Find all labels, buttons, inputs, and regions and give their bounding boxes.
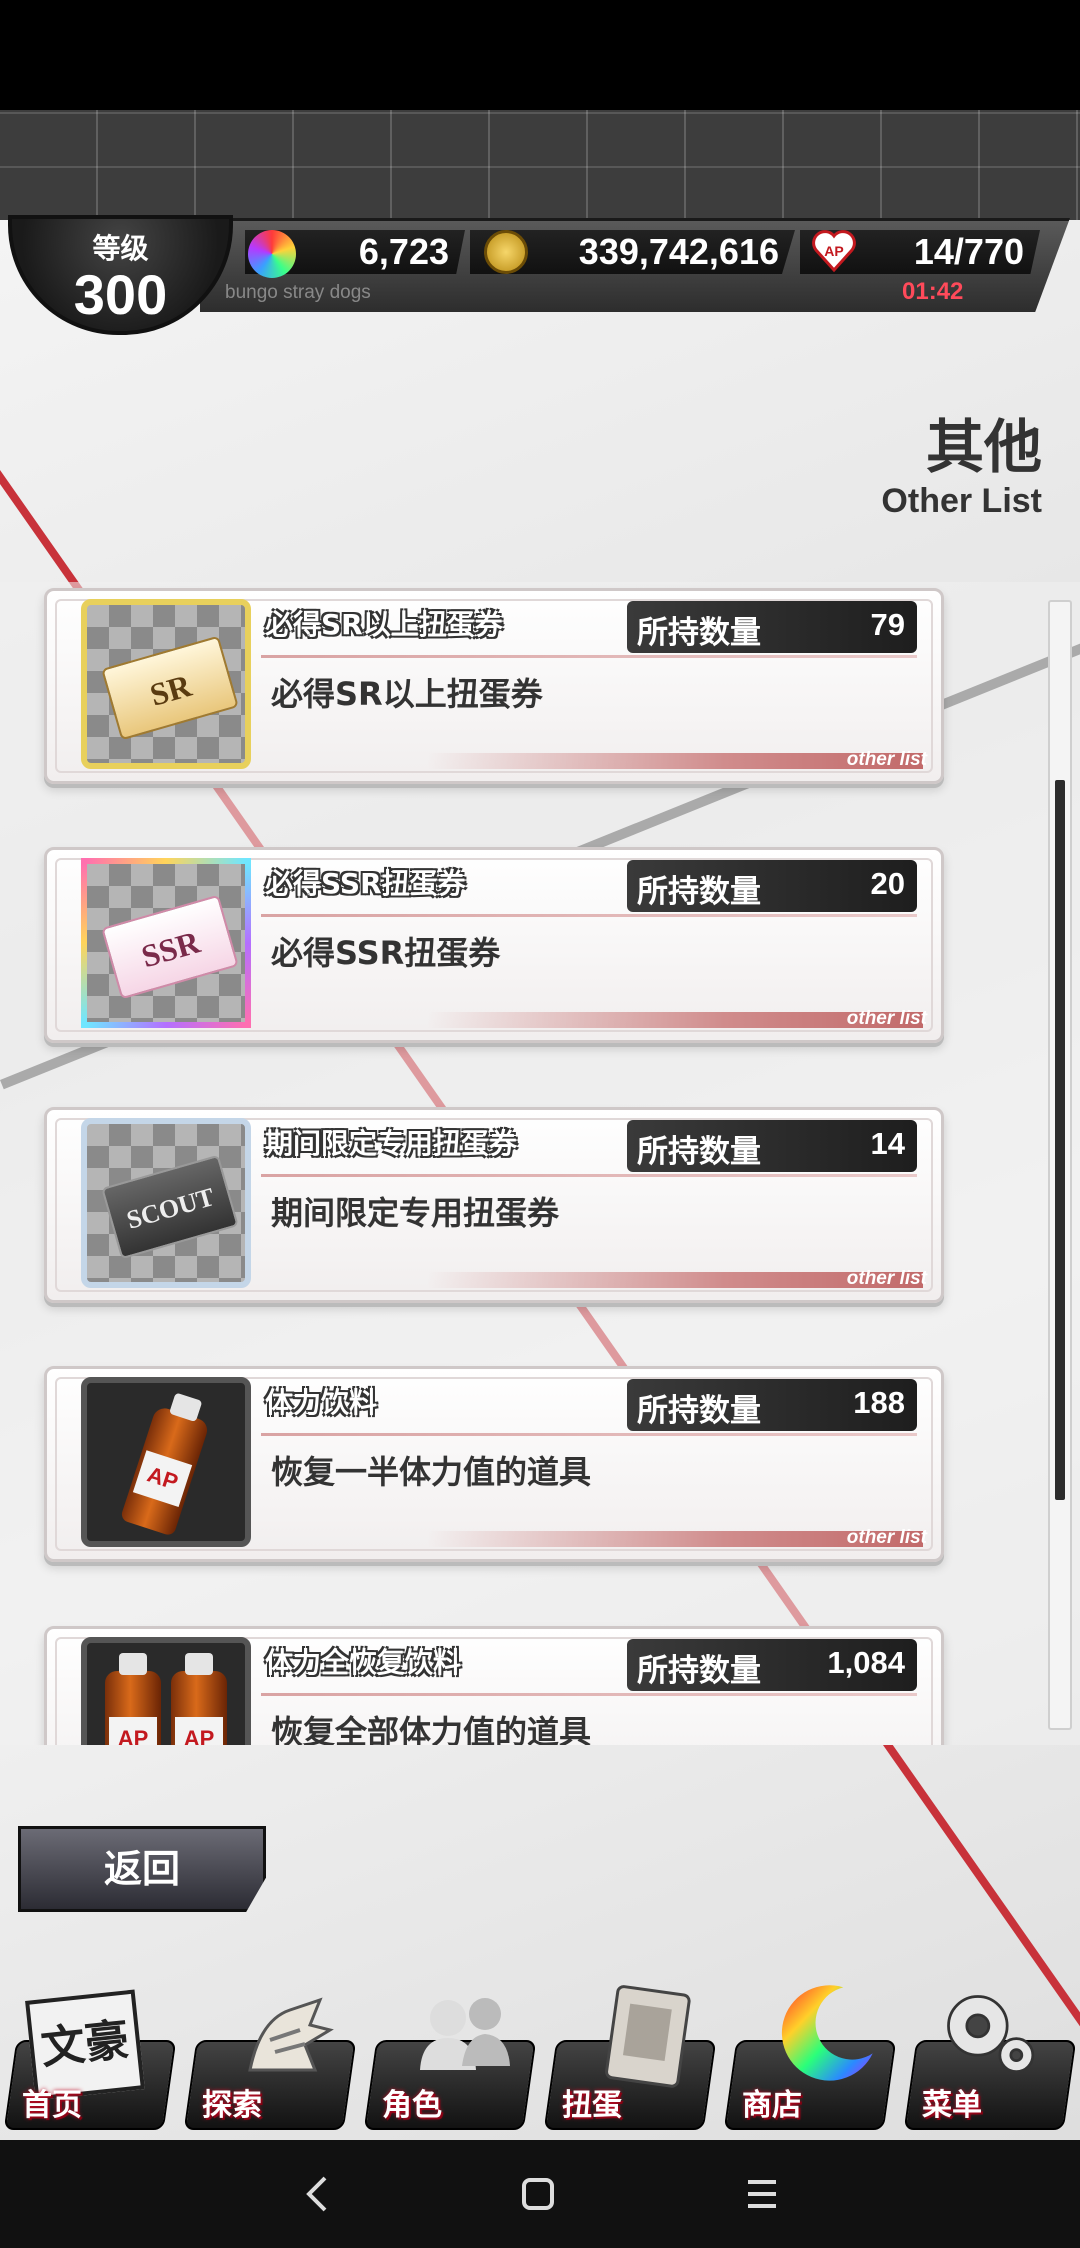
bottom-nav: 文豪 首页 探索 角色 扭蛋 商店 菜单 <box>0 1980 1080 2140</box>
nav-label: 探索 <box>202 2088 262 2123</box>
quantity-value: 20 <box>870 866 905 901</box>
quantity-label: 所持数量 <box>637 615 761 651</box>
item-name: 期间限定专用扭蛋券 <box>265 1127 518 1160</box>
item-description: 必得SSR扭蛋券 <box>271 934 501 972</box>
quantity-value: 14 <box>870 1126 905 1161</box>
quantity-value: 79 <box>870 607 905 642</box>
item-description: 期间限定专用扭蛋券 <box>271 1194 560 1232</box>
tiger-icon <box>230 1980 340 2090</box>
other-list-tag: other list <box>846 1268 927 1289</box>
quantity-box: 所持数量 188 <box>627 1379 917 1431</box>
status-bar <box>0 0 1080 110</box>
system-nav-bar <box>0 2140 1080 2248</box>
crescent-icon <box>770 1980 880 2090</box>
quantity-box: 所持数量 14 <box>627 1120 917 1172</box>
scrollbar-thumb[interactable] <box>1055 780 1065 1500</box>
list-item[interactable]: AP AP 体力全恢复饮料 所持数量 1,084 恢复全部体力值的道具 <box>44 1626 944 1745</box>
back-button[interactable]: 返回 <box>18 1826 266 1912</box>
quantity-label: 所持数量 <box>637 1134 761 1170</box>
svg-text:AP: AP <box>824 243 843 259</box>
ap-timer: 01:42 <box>902 278 964 305</box>
gear-icon <box>932 1980 1042 2090</box>
back-icon[interactable] <box>288 2168 348 2220</box>
nav-characters[interactable]: 角色 <box>363 1980 540 2130</box>
ap-full-drink-icon: AP AP <box>81 1637 251 1745</box>
coin-icon <box>484 230 528 274</box>
item-name: 必得SR以上扭蛋券 <box>265 608 503 641</box>
level-value: 300 <box>73 263 168 326</box>
list-item[interactable]: SSR 必得SSR扭蛋券 所持数量 20 必得SSR扭蛋券 other list <box>44 847 944 1043</box>
sr-ticket-icon: SR <box>81 599 251 769</box>
header-band <box>0 110 1080 220</box>
nav-label: 扭蛋 <box>562 2088 622 2123</box>
item-description: 必得SR以上扭蛋券 <box>271 675 543 713</box>
quantity-value: 188 <box>853 1385 905 1420</box>
quantity-box: 所持数量 1,084 <box>627 1639 917 1691</box>
level-label: 等级 <box>92 232 149 265</box>
crescent-icon <box>248 230 296 278</box>
other-list-tag: other list <box>846 1527 927 1548</box>
item-name: 必得SSR扭蛋券 <box>265 867 466 900</box>
scout-ticket-icon: SCOUT <box>81 1118 251 1288</box>
ssr-ticket-icon: SSR <box>81 858 251 1028</box>
quantity-box: 所持数量 79 <box>627 601 917 653</box>
people-icon <box>410 1980 520 2090</box>
quantity-box: 所持数量 20 <box>627 860 917 912</box>
nav-home[interactable]: 文豪 首页 <box>3 1980 180 2130</box>
item-name: 体力全恢复饮料 <box>265 1646 462 1679</box>
book-icon <box>590 1980 700 2090</box>
list-item[interactable]: SR 必得SR以上扭蛋券 所持数量 79 必得SR以上扭蛋券 other lis… <box>44 588 944 784</box>
other-list-tag: other list <box>846 1008 927 1029</box>
nav-label: 菜单 <box>922 2088 982 2123</box>
quantity-value: 1,084 <box>827 1645 905 1680</box>
quantity-label: 所持数量 <box>637 1393 761 1429</box>
list-item[interactable]: SCOUT 期间限定专用扭蛋券 所持数量 14 期间限定专用扭蛋券 other … <box>44 1107 944 1303</box>
item-list[interactable]: SR 必得SR以上扭蛋券 所持数量 79 必得SR以上扭蛋券 other lis… <box>0 582 1080 1745</box>
item-description: 恢复一半体力值的道具 <box>271 1453 592 1491</box>
ap-drink-icon: AP <box>81 1377 251 1547</box>
other-list-tag: other list <box>846 749 927 770</box>
page-title: 其他 <box>925 413 1042 481</box>
quantity-label: 所持数量 <box>637 874 761 910</box>
recents-icon[interactable] <box>732 2168 792 2220</box>
game-name: bungo stray dogs <box>225 282 371 303</box>
nav-menu[interactable]: 菜单 <box>903 1980 1080 2130</box>
nav-shop[interactable]: 商店 <box>723 1980 900 2130</box>
page-subtitle: Other List <box>881 482 1042 520</box>
nav-gacha[interactable]: 扭蛋 <box>543 1980 720 2130</box>
home-icon[interactable] <box>508 2168 568 2220</box>
item-name: 体力饮料 <box>265 1386 378 1419</box>
level-badge: 等级 300 <box>8 215 233 335</box>
quantity-label: 所持数量 <box>637 1653 761 1689</box>
nav-label: 角色 <box>382 2088 442 2123</box>
heart-ap-icon: AP <box>810 226 858 274</box>
nav-explore[interactable]: 探索 <box>183 1980 360 2130</box>
nav-label: 首页 <box>22 2088 82 2123</box>
item-description: 恢复全部体力值的道具 <box>271 1713 592 1745</box>
nav-label: 商店 <box>742 2088 802 2123</box>
list-item[interactable]: AP 体力饮料 所持数量 188 恢复一半体力值的道具 other list <box>44 1366 944 1562</box>
